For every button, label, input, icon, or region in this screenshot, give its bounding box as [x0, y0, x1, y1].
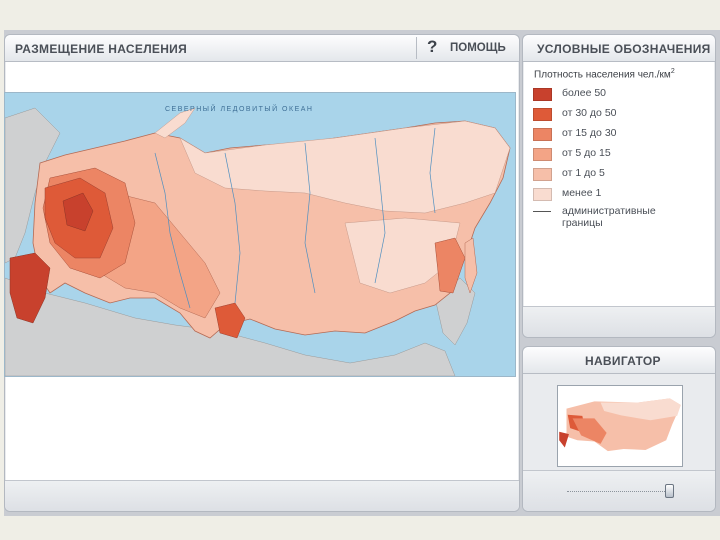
legend-item: от 30 до 50: [533, 105, 703, 125]
legend-item-label: от 30 до 50: [562, 107, 617, 119]
legend-panel-header: УСЛОВНЫЕ ОБОЗНАЧЕНИЯ: [523, 35, 715, 62]
zoom-slider-handle[interactable]: [665, 484, 674, 498]
navigator-title: НАВИГАТОР: [585, 354, 661, 368]
navigator-panel-header: НАВИГАТОР: [523, 347, 715, 374]
legend-item-label: менее 1: [562, 187, 602, 199]
navigator-thumbnail-map: [558, 391, 682, 461]
legend-body: Плотность населения чел./км2 более 50 от …: [524, 62, 714, 307]
help-button[interactable]: ? ПОМОЩЬ: [416, 37, 515, 59]
legend-item: менее 1: [533, 185, 703, 205]
map-panel-header: РАЗМЕЩЕНИЕ НАСЕЛЕНИЯ ? ПОМОЩЬ: [5, 35, 519, 62]
legend-panel-title: УСЛОВНЫЕ ОБОЗНАЧЕНИЯ: [537, 42, 711, 56]
help-button-label: ПОМОЩЬ: [450, 42, 506, 54]
legend-item: более 50: [533, 85, 703, 105]
legend-swatch: [533, 188, 552, 201]
map-panel-title: РАЗМЕЩЕНИЕ НАСЕЛЕНИЯ: [15, 42, 188, 56]
map-graphic: СЕВЕРНЫЙ ЛЕДОВИТЫЙ ОКЕАН: [5, 93, 515, 376]
legend-swatch: [533, 108, 552, 121]
legend-item-label: более 50: [562, 87, 607, 99]
navigator-panel: НАВИГАТОР: [522, 346, 716, 512]
admin-border-swatch: [533, 211, 551, 212]
population-map[interactable]: СЕВЕРНЫЙ ЛЕДОВИТЫЙ ОКЕАН: [4, 92, 516, 377]
legend-caption: Плотность населения чел./км2: [534, 68, 675, 81]
legend-item-admin: административные границы: [533, 204, 703, 234]
legend-swatch: [533, 88, 552, 101]
legend-swatch: [533, 148, 552, 161]
legend-panel-footer: [523, 306, 715, 337]
navigator-thumbnail[interactable]: [557, 385, 683, 467]
legend-swatch: [533, 128, 552, 141]
legend-panel: УСЛОВНЫЕ ОБОЗНАЧЕНИЯ Плотность населения…: [522, 34, 716, 338]
map-panel-footer: [5, 480, 519, 511]
legend-item-label: от 5 до 15: [562, 147, 611, 159]
legend-item-label: от 1 до 5: [562, 167, 605, 179]
legend-swatch: [533, 168, 552, 181]
legend-item: от 5 до 15: [533, 145, 703, 165]
legend-item: от 15 до 30: [533, 125, 703, 145]
legend-item-label: от 15 до 30: [562, 127, 617, 139]
zoom-slider-track[interactable]: [567, 491, 673, 492]
navigator-footer: [523, 470, 715, 511]
admin-border-label: административные границы: [562, 205, 656, 229]
legend-item: от 1 до 5: [533, 165, 703, 185]
help-icon: ?: [427, 37, 438, 56]
legend-list: более 50 от 30 до 50 от 15 до 30 от 5 до 15…: [533, 85, 703, 205]
ocean-label: СЕВЕРНЫЙ ЛЕДОВИТЫЙ ОКЕАН: [165, 104, 313, 113]
